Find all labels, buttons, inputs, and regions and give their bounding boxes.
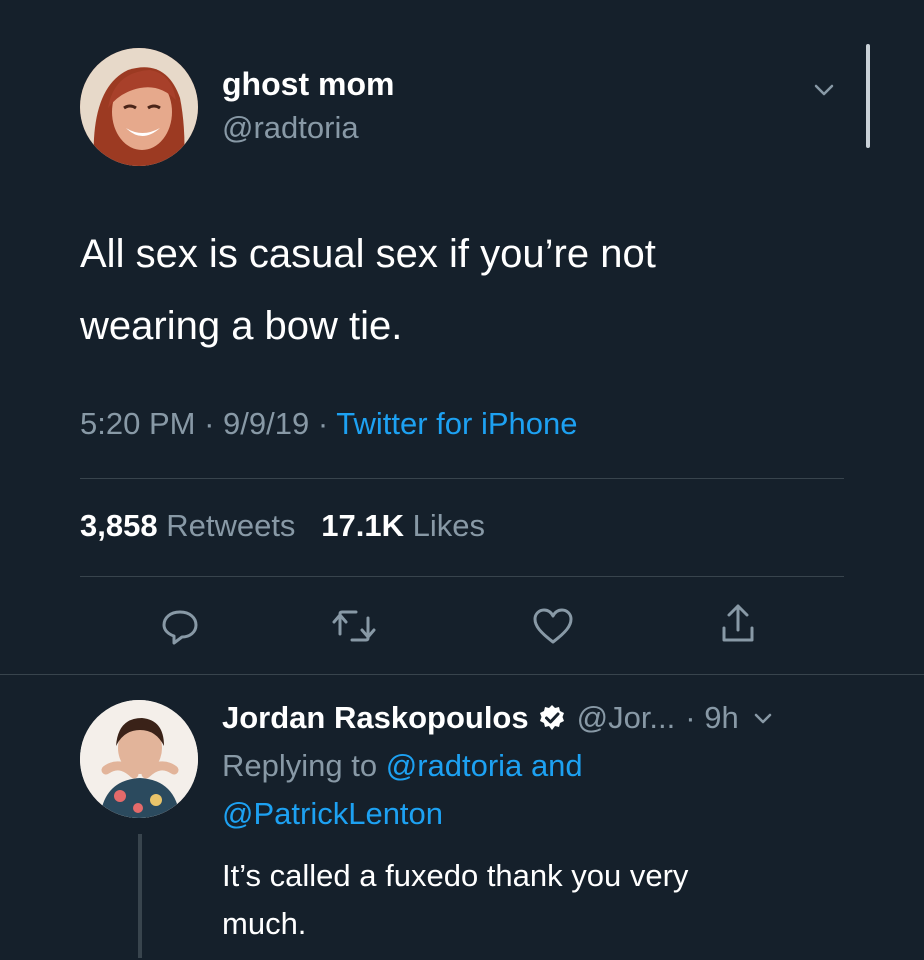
likes-label[interactable]: Likes bbox=[413, 508, 485, 543]
replying-to-line-1: Replying to @radtoria and bbox=[222, 748, 583, 784]
reply-author-avatar[interactable] bbox=[80, 700, 198, 818]
author-handle[interactable]: @radtoria bbox=[222, 110, 359, 146]
author-avatar[interactable] bbox=[80, 48, 198, 166]
replying-to-prefix: Replying to bbox=[222, 748, 378, 783]
retweets-count[interactable]: 3,858 bbox=[80, 508, 158, 543]
chevron-down-icon[interactable] bbox=[808, 78, 840, 102]
retweets-label[interactable]: Retweets bbox=[166, 508, 295, 543]
verified-icon bbox=[537, 703, 567, 733]
reply-author-name[interactable]: Jordan Raskopoulos bbox=[222, 700, 529, 736]
tweet-date[interactable]: 9/9/19 bbox=[223, 406, 309, 441]
like-icon[interactable] bbox=[530, 604, 576, 648]
tweet-text-line-2: wearing a bow tie. bbox=[80, 304, 403, 348]
tweet-stats: 3,858 Retweets 17.1K Likes bbox=[80, 508, 485, 544]
share-icon[interactable] bbox=[716, 600, 760, 648]
reply-text-line-1: It’s called a fuxedo thank you very bbox=[222, 858, 689, 893]
reply-header: Jordan Raskopoulos @Jor... · 9h bbox=[222, 700, 775, 736]
replying-to-user-1[interactable]: @radtoria bbox=[386, 748, 523, 783]
tweet-source-link[interactable]: Twitter for iPhone bbox=[336, 406, 577, 441]
meta-separator: · bbox=[317, 406, 329, 441]
scrollbar[interactable] bbox=[866, 44, 870, 148]
divider bbox=[80, 478, 844, 479]
tweet-text-line-1: All sex is casual sex if you’re not bbox=[80, 232, 656, 276]
tweet-meta: 5:20 PM · 9/9/19 · Twitter for iPhone bbox=[80, 406, 577, 442]
replying-to-and[interactable]: and bbox=[531, 748, 583, 783]
replying-to-user-2[interactable]: @PatrickLenton bbox=[222, 796, 443, 831]
divider bbox=[80, 576, 844, 577]
author-name[interactable]: ghost mom bbox=[222, 66, 394, 103]
chevron-down-icon[interactable] bbox=[751, 708, 775, 728]
reply-time[interactable]: · 9h bbox=[685, 700, 738, 736]
likes-count[interactable]: 17.1K bbox=[321, 508, 404, 543]
reply-author-handle[interactable]: @Jor... bbox=[577, 700, 676, 736]
retweet-icon[interactable] bbox=[330, 604, 378, 648]
reply-icon[interactable] bbox=[158, 604, 202, 648]
replying-to-line-2: @PatrickLenton bbox=[222, 796, 443, 832]
tweet-time[interactable]: 5:20 PM bbox=[80, 406, 195, 441]
meta-separator: · bbox=[204, 406, 215, 441]
reply-text-line-2: much. bbox=[222, 906, 307, 941]
thread-line bbox=[138, 834, 142, 958]
divider bbox=[0, 674, 924, 675]
